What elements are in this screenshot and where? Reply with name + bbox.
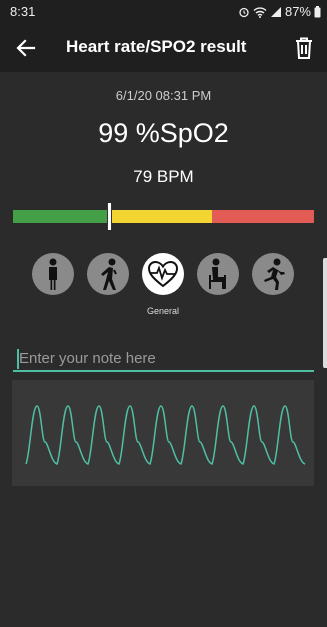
activity-running-button[interactable] [252,253,294,295]
status-icons: 87% [238,4,321,19]
page-title: Heart rate/SPO2 result [66,37,247,56]
sitting-person-icon [209,258,226,289]
measurement-datetime: 6/1/20 08:31 PM [115,88,212,103]
activity-standing-button[interactable] [32,253,74,295]
bent-person-icon [101,258,117,290]
activity-sitting-button[interactable] [197,253,239,295]
pleth-waveform [12,380,314,486]
level-segment-green [13,210,110,223]
status-bar: 8:31 87% [0,0,327,24]
heart-pulse-icon [147,260,179,288]
activity-label-general: General [146,306,180,316]
spo2-value: 99 %SpO2 [98,118,229,148]
battery-icon [314,5,321,17]
back-arrow-icon[interactable] [14,36,38,60]
text-cursor [17,349,19,369]
activity-selector [0,253,327,297]
level-bar [13,210,314,223]
activity-general-button[interactable] [142,253,184,295]
trash-icon[interactable] [293,36,315,60]
wifi-icon [253,6,267,18]
status-time: 8:31 [10,4,36,19]
scroll-handle[interactable] [323,258,327,368]
note-input[interactable] [13,346,314,372]
battery-percent: 87% [284,4,311,19]
signal-icon [270,6,281,17]
standing-person-icon [49,258,57,290]
level-segment-yellow [109,210,212,223]
level-marker [107,203,113,230]
alarm-icon [239,7,249,17]
running-person-icon [264,258,285,290]
level-segment-red [211,210,314,223]
app-bar: Heart rate/SPO2 result [0,24,327,72]
heart-rate-value: 79 BPM [133,167,194,186]
activity-bent-button[interactable] [87,253,129,295]
